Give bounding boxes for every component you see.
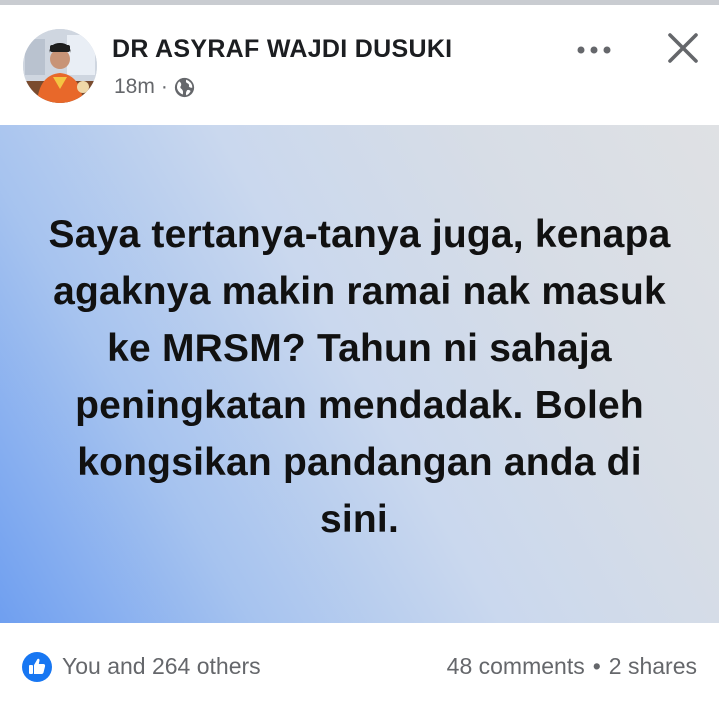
close-icon: [668, 33, 698, 63]
shares-count[interactable]: 2 shares: [609, 653, 697, 679]
post-footer: You and 264 others 48 comments • 2 shares: [0, 623, 719, 704]
more-options-button[interactable]: [572, 35, 616, 65]
more-horizontal-icon: [577, 46, 611, 54]
like-icon[interactable]: [22, 652, 52, 682]
globe-icon[interactable]: [174, 77, 195, 98]
author-name[interactable]: DR ASYRAF WAJDI DUSUKI: [112, 35, 452, 64]
engagement-counts: 48 comments • 2 shares: [447, 653, 697, 680]
count-separator: •: [592, 653, 601, 679]
reactions-count[interactable]: You and 264 others: [62, 653, 261, 680]
avatar-image: [23, 29, 97, 103]
post-header: DR ASYRAF WAJDI DUSUKI 18m ·: [0, 5, 719, 125]
post-meta: 18m ·: [114, 75, 195, 99]
post-content-card[interactable]: Saya tertanya-tanya juga, kenapa agaknya…: [0, 125, 719, 623]
post-text: Saya tertanya-tanya juga, kenapa agaknya…: [48, 213, 671, 541]
meta-separator: ·: [160, 75, 168, 98]
close-button[interactable]: [660, 27, 706, 69]
comments-count[interactable]: 48 comments: [447, 653, 585, 679]
post-time[interactable]: 18m: [114, 75, 155, 99]
avatar[interactable]: [23, 29, 97, 103]
